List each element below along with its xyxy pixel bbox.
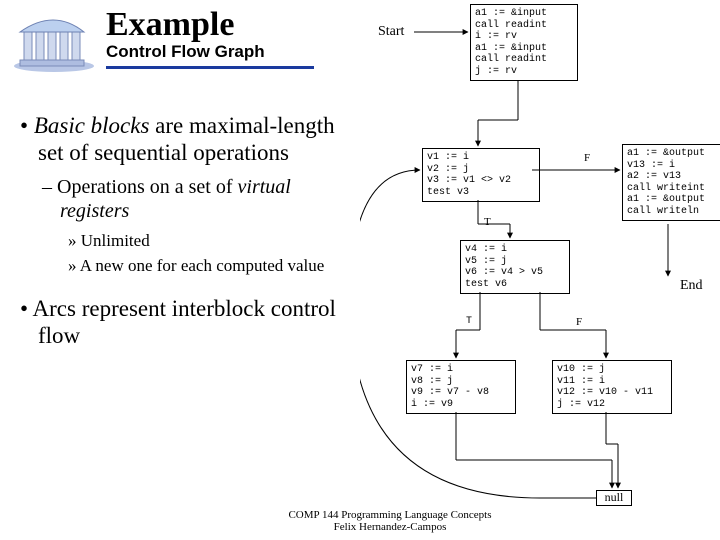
bullet-arcs: • Arcs represent interblock control flow [20,295,350,349]
title-block: Example Control Flow Graph [106,6,314,69]
block-3: a1 := &output v13 := i a2 := v13 call wr… [622,144,720,221]
false-label-1: F [584,152,590,164]
page-title: Example [106,8,314,42]
null-box: null [596,490,632,506]
footer: COMP 144 Programming Language Concepts F… [260,509,520,534]
content: • Basic blocks are maximal-length set of… [20,112,350,359]
bullet-virtual-registers: – Operations on a set of virtual registe… [20,176,350,223]
true-label-1: T [484,216,491,228]
bullet-new-one: » A new one for each computed value [20,256,350,277]
start-label: Start [378,24,404,40]
title-rule [106,66,314,69]
logo-image [10,6,98,74]
bullet-basic-blocks: • Basic blocks are maximal-length set of… [20,112,350,166]
block-6: v10 := j v11 := i v12 := v10 - v11 j := … [552,360,672,414]
footer-line2: Felix Hernandez-Campos [260,521,520,534]
false-label-2: F [576,316,582,328]
footer-line1: COMP 144 Programming Language Concepts [260,509,520,522]
block-5: v7 := i v8 := j v9 := v7 - v8 i := v9 [406,360,516,414]
end-label: End [680,278,703,294]
page-subtitle: Control Flow Graph [106,42,314,62]
block-1: a1 := &input call readint i := rv a1 := … [470,4,578,81]
bullet-unlimited: » Unlimited [20,231,350,252]
flowchart: Start a1 := &input call readint i := rv … [360,0,720,540]
block-4: v4 := i v5 := j v6 := v4 > v5 test v6 [460,240,570,294]
block-2: v1 := i v2 := j v3 := v1 <> v2 test v3 [422,148,540,202]
